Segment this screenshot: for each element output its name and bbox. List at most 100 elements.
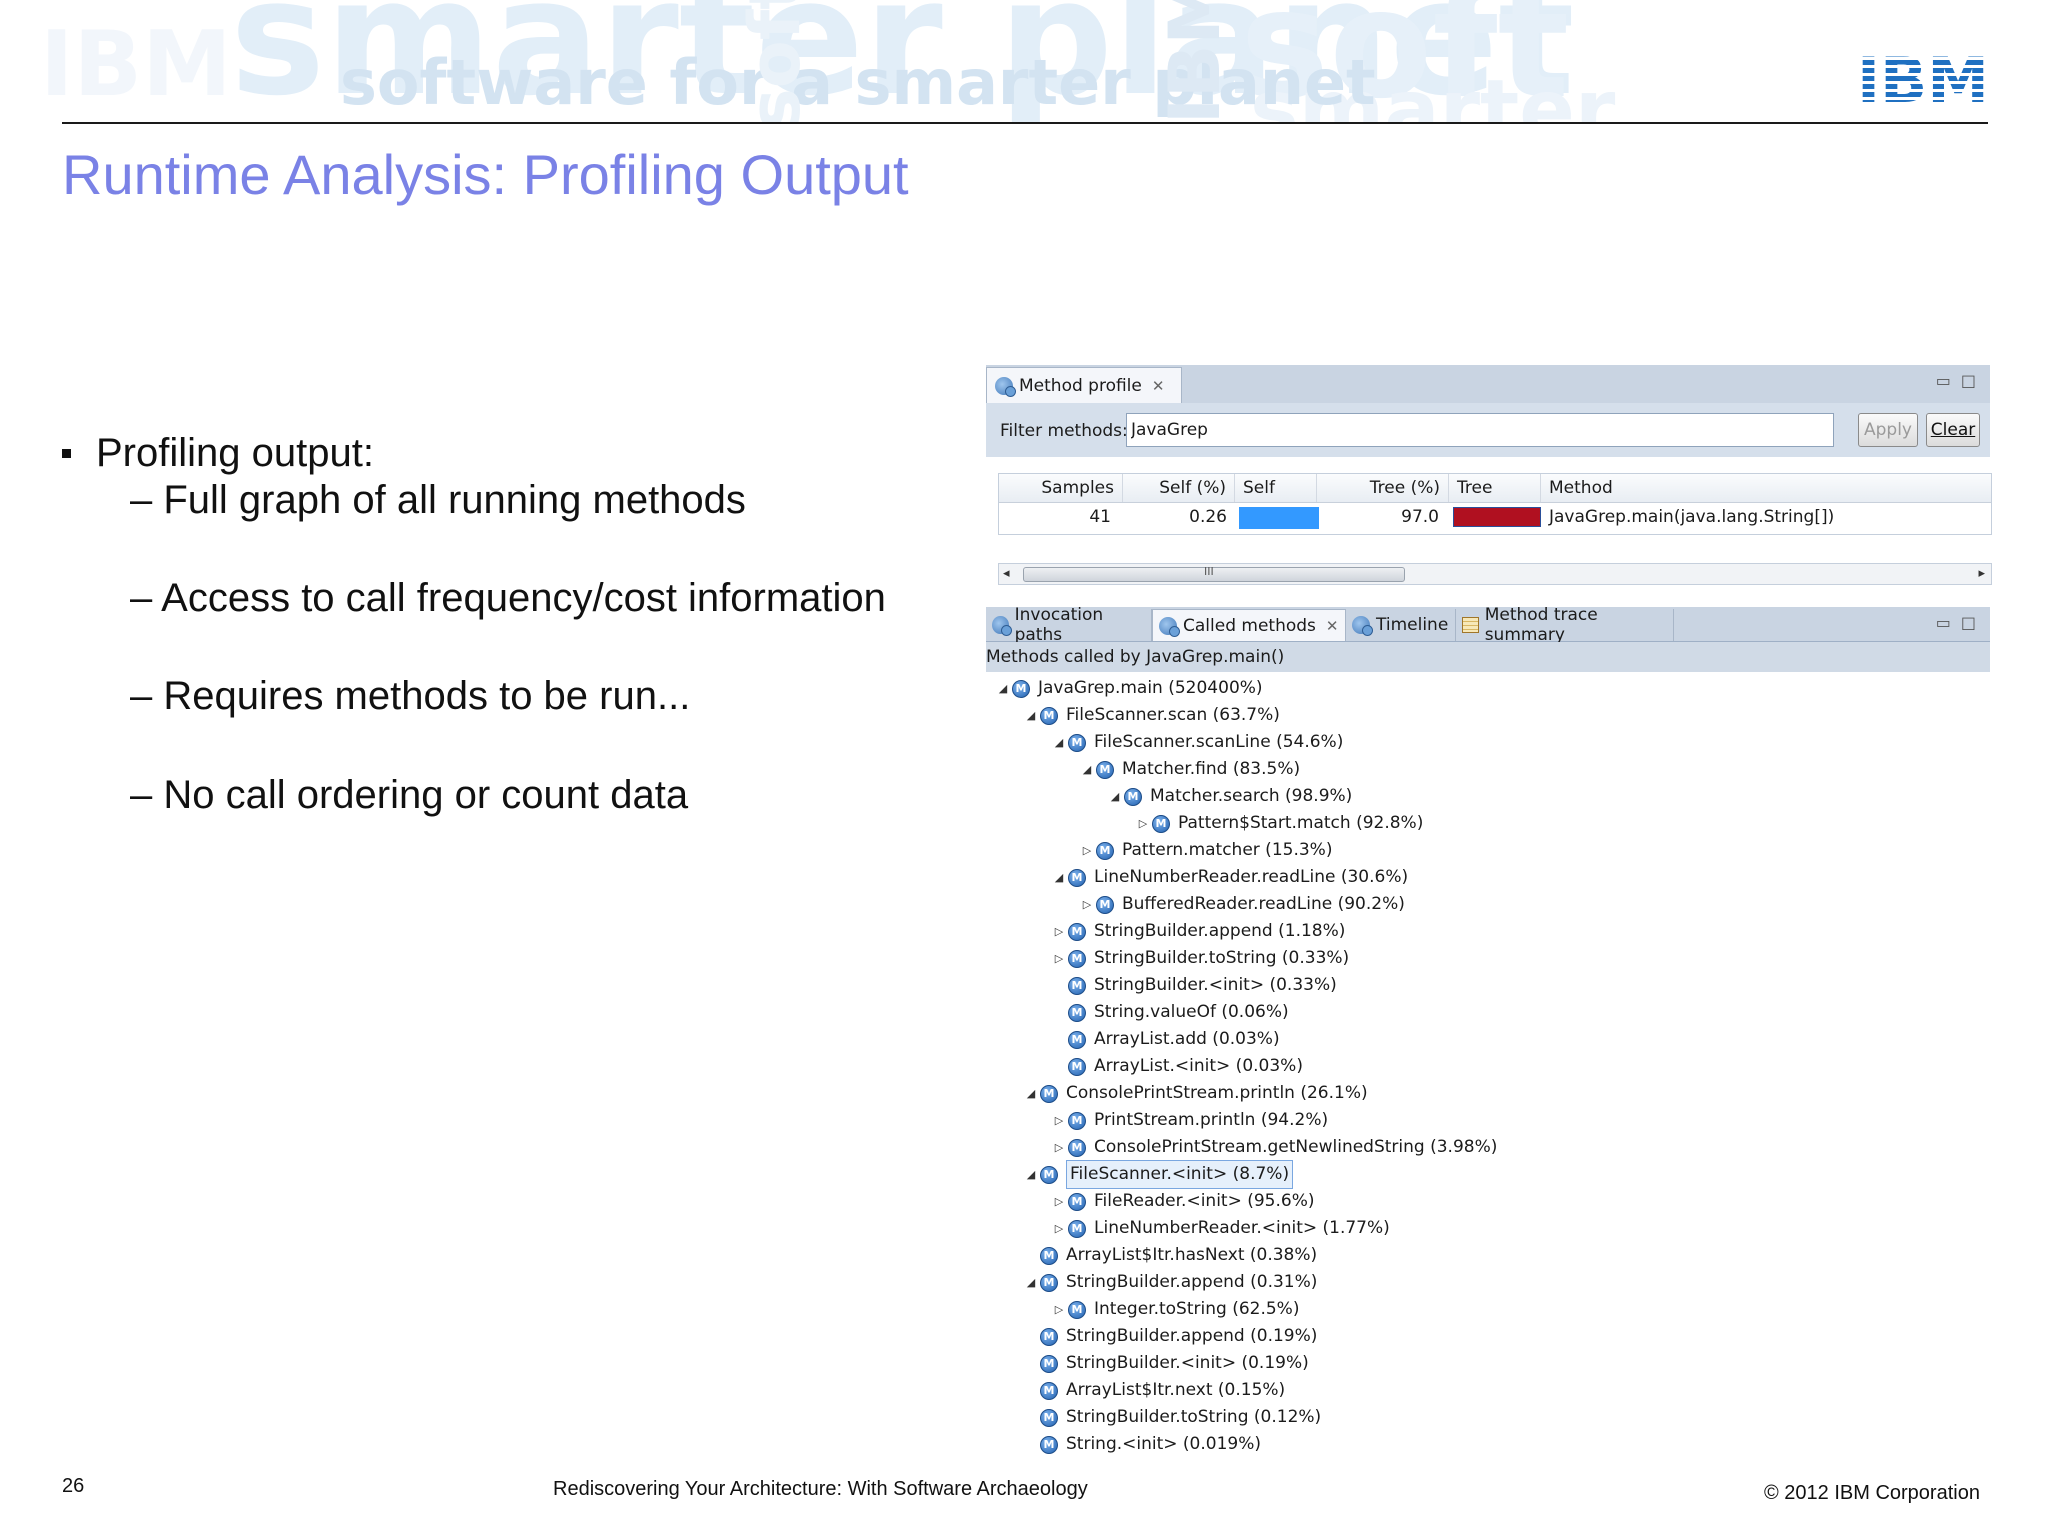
banner-watermark: IBM bbox=[40, 12, 232, 117]
tree-node[interactable]: ▷ M FileReader.<init> (95.6%) bbox=[1050, 1188, 1315, 1215]
tree-node[interactable]: M String.<init> (0.019%) bbox=[1022, 1431, 1261, 1458]
tab-called-methods[interactable]: Called methods ✕ bbox=[1152, 609, 1346, 641]
tree-node[interactable]: ◢ M JavaGrep.main (520400%) bbox=[994, 675, 1263, 702]
clear-button[interactable]: Clear bbox=[1926, 413, 1980, 447]
collapsed-arrow-icon[interactable]: ▷ bbox=[1050, 1134, 1068, 1161]
column-header-samples[interactable]: Samples bbox=[999, 474, 1123, 502]
tree-node[interactable]: ▷ M BufferedReader.readLine (90.2%) bbox=[1078, 891, 1405, 918]
table-row[interactable]: 41 0.26 97.0 JavaGrep.main(java.lang.Str… bbox=[999, 503, 1991, 531]
tab-label: Method trace summary bbox=[1484, 605, 1598, 645]
horizontal-scrollbar[interactable]: ◂ III ▸ bbox=[998, 563, 1992, 585]
tab-invocation-paths[interactable]: Invocation paths bbox=[986, 605, 1152, 645]
tree-node[interactable]: M ArrayList$Itr.hasNext (0.38%) bbox=[1022, 1242, 1317, 1269]
expanded-arrow-icon[interactable]: ◢ bbox=[994, 675, 1012, 702]
method-icon: M bbox=[1096, 895, 1114, 914]
collapsed-arrow-icon[interactable]: ▷ bbox=[1078, 891, 1096, 918]
tree-node[interactable]: ▷ M LineNumberReader.<init> (1.77%) bbox=[1050, 1215, 1390, 1242]
tree-node-label: ArrayList.add (0.03%) bbox=[1094, 1029, 1280, 1049]
collapsed-arrow-icon[interactable]: ▷ bbox=[1050, 1107, 1068, 1134]
filter-methods-input[interactable] bbox=[1126, 413, 1834, 447]
tree-node[interactable]: ▷ M PrintStream.println (94.2%) bbox=[1050, 1107, 1328, 1134]
collapsed-arrow-icon[interactable]: ▷ bbox=[1050, 945, 1068, 972]
column-header-self-pct[interactable]: Self (%) bbox=[1123, 474, 1235, 502]
tree-node[interactable]: ▷ M StringBuilder.append (1.18%) bbox=[1050, 918, 1346, 945]
tree-node[interactable]: M ArrayList.add (0.03%) bbox=[1050, 1026, 1280, 1053]
tree-node-label: Pattern.matcher (15.3%) bbox=[1122, 840, 1333, 860]
tree-node[interactable]: ▷ M Pattern.matcher (15.3%) bbox=[1078, 837, 1333, 864]
tree-node-label: FileScanner.scan (63.7%) bbox=[1066, 705, 1280, 725]
expanded-arrow-icon[interactable]: ◢ bbox=[1022, 1161, 1040, 1188]
column-header-self[interactable]: Self bbox=[1235, 474, 1317, 502]
collapsed-arrow-icon[interactable]: ▷ bbox=[1078, 837, 1096, 864]
tree-node[interactable]: ▷ M Pattern$Start.match (92.8%) bbox=[1134, 810, 1424, 837]
filter-label: Filter methods: bbox=[1000, 421, 1128, 441]
scroll-thumb[interactable]: III bbox=[1023, 565, 1405, 582]
collapsed-arrow-icon[interactable]: ▷ bbox=[1050, 1296, 1068, 1323]
tree-node-label: Pattern$Start.match (92.8%) bbox=[1178, 813, 1424, 833]
lower-tabbar: Invocation paths Called methods ✕ Timeli… bbox=[986, 605, 1990, 645]
expanded-arrow-icon[interactable]: ◢ bbox=[1078, 756, 1096, 783]
tree-node[interactable]: ▷ M Integer.toString (62.5%) bbox=[1050, 1296, 1300, 1323]
expanded-arrow-icon[interactable]: ◢ bbox=[1050, 729, 1068, 756]
collapsed-arrow-icon[interactable]: ▷ bbox=[1050, 1188, 1068, 1215]
expanded-arrow-icon[interactable]: ◢ bbox=[1022, 1080, 1040, 1107]
collapsed-arrow-icon[interactable]: ▷ bbox=[1050, 1215, 1068, 1242]
subbullet-item: – No call ordering or count data bbox=[130, 773, 689, 817]
tree-node-label: FileScanner.<init> (8.7%) bbox=[1066, 1160, 1294, 1189]
method-icon: M bbox=[1040, 1381, 1058, 1400]
method-icon: M bbox=[1040, 1165, 1058, 1184]
collapsed-arrow-icon[interactable]: ▷ bbox=[1134, 810, 1152, 837]
column-header-tree-pct[interactable]: Tree (%) bbox=[1317, 474, 1449, 502]
collapsed-arrow-icon[interactable]: ▷ bbox=[1050, 918, 1068, 945]
tree-node[interactable]: ◢ M FileScanner.scan (63.7%) bbox=[1022, 702, 1280, 729]
tree-node[interactable]: M StringBuilder.append (0.19%) bbox=[1022, 1323, 1317, 1350]
subbullet-item: – Access to call frequency/cost informat… bbox=[130, 576, 886, 620]
tree-node[interactable]: M StringBuilder.<init> (0.19%) bbox=[1022, 1350, 1309, 1377]
tab-timeline[interactable]: Timeline bbox=[1346, 609, 1456, 641]
scroll-right-icon[interactable]: ▸ bbox=[1978, 564, 1985, 584]
tree-node[interactable]: ▷ M StringBuilder.toString (0.33%) bbox=[1050, 945, 1349, 972]
tree-node[interactable]: M StringBuilder.<init> (0.33%) bbox=[1050, 972, 1337, 999]
expanded-arrow-icon[interactable]: ◢ bbox=[1106, 783, 1124, 810]
cell-tree-pct: 97.0 bbox=[1401, 507, 1439, 527]
apply-button[interactable]: Apply bbox=[1858, 413, 1918, 447]
tab-label: Method profile bbox=[1019, 375, 1142, 396]
expanded-arrow-icon[interactable]: ◢ bbox=[1022, 702, 1040, 729]
minimize-maximize-icon[interactable]: ▭□ bbox=[1936, 613, 1986, 632]
tree-node-label: Matcher.search (98.9%) bbox=[1150, 786, 1353, 806]
banner-watermark: soft bbox=[734, 0, 816, 124]
invocation-paths-icon bbox=[992, 616, 1012, 636]
tree-node[interactable]: ◢ M FileScanner.scanLine (54.6%) bbox=[1050, 729, 1344, 756]
tree-node[interactable]: M StringBuilder.toString (0.12%) bbox=[1022, 1404, 1321, 1431]
expanded-arrow-icon[interactable]: ◢ bbox=[1022, 1269, 1040, 1296]
column-header-tree[interactable]: Tree bbox=[1449, 474, 1541, 502]
scroll-left-icon[interactable]: ◂ bbox=[1003, 564, 1010, 584]
header-banner: IBM smarter planet soft smarter software… bbox=[0, 0, 2048, 124]
tree-node[interactable]: ◢ M Matcher.search (98.9%) bbox=[1106, 783, 1353, 810]
tree-node[interactable]: ▷ M ConsolePrintStream.getNewlinedString (… bbox=[1050, 1134, 1498, 1161]
tree-node[interactable]: M String.valueOf (0.06%) bbox=[1050, 999, 1289, 1026]
method-profile-tabbar: Method profile ✕ ▭□ bbox=[986, 365, 1990, 404]
column-header-method[interactable]: Method bbox=[1541, 474, 1991, 502]
footer-title: Rediscovering Your Architecture: With So… bbox=[553, 1478, 1088, 1500]
method-icon: M bbox=[1012, 679, 1030, 698]
tab-method-profile[interactable]: Method profile ✕ bbox=[986, 367, 1182, 403]
profile-icon bbox=[995, 376, 1016, 397]
tab-method-trace-summary[interactable]: Method trace summary bbox=[1456, 605, 1674, 645]
tree-node-label: JavaGrep.main (520400%) bbox=[1038, 678, 1263, 698]
page-number: 26 bbox=[62, 1475, 85, 1497]
tree-node[interactable]: ◢ M Matcher.find (83.5%) bbox=[1078, 756, 1300, 783]
timeline-icon bbox=[1352, 616, 1373, 636]
tree-node-label: BufferedReader.readLine (90.2%) bbox=[1122, 894, 1405, 914]
ibm-logo: IBM bbox=[1858, 52, 1988, 104]
close-icon[interactable]: ✕ bbox=[1326, 617, 1339, 635]
tree-node[interactable]: M ArrayList$Itr.next (0.15%) bbox=[1022, 1377, 1285, 1404]
tree-node[interactable]: ◢ M ConsolePrintStream.println (26.1%) bbox=[1022, 1080, 1368, 1107]
expanded-arrow-icon[interactable]: ◢ bbox=[1050, 864, 1068, 891]
tree-node[interactable]: ◢ M StringBuilder.append (0.31%) bbox=[1022, 1269, 1318, 1296]
tree-node[interactable]: ◢ M LineNumberReader.readLine (30.6%) bbox=[1050, 864, 1408, 891]
tree-node[interactable]: ◢ M FileScanner.<init> (8.7%) bbox=[1022, 1160, 1294, 1189]
close-icon[interactable]: ✕ bbox=[1152, 377, 1165, 395]
minimize-maximize-icon[interactable]: ▭□ bbox=[1936, 371, 1986, 390]
tree-node[interactable]: M ArrayList.<init> (0.03%) bbox=[1050, 1053, 1303, 1080]
